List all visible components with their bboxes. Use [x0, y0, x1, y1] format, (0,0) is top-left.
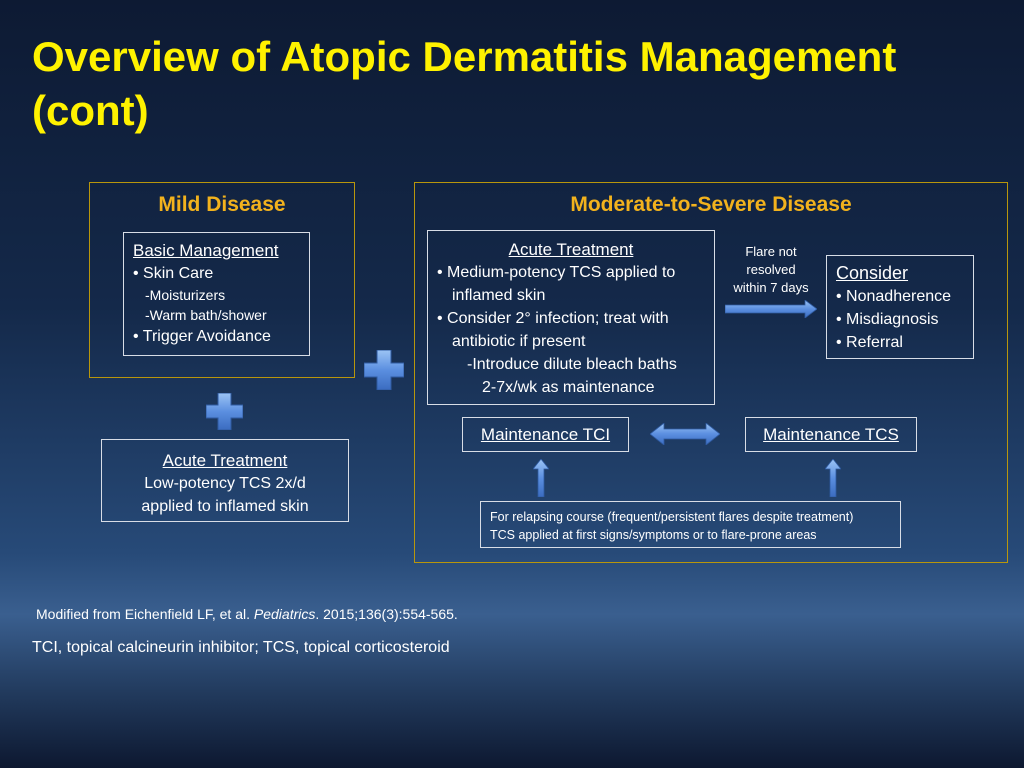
mild-disease-heading: Mild Disease [158, 193, 286, 216]
consider-box: Consider • Nonadherence • Misdiagnosis •… [826, 255, 974, 359]
up-arrow-icon [533, 459, 549, 497]
flare-label-line2: resolved [746, 262, 796, 277]
basic-warm-bath: -Warm bath/shower [145, 307, 267, 323]
mild-acute-title: Acute Treatment [162, 451, 288, 470]
maintenance-tci-box: Maintenance TCI [462, 417, 629, 452]
reference-citation: Modified from Eichenfield LF, et al. Ped… [36, 606, 458, 622]
double-arrow-icon [650, 423, 720, 445]
severe-acute-line6: 2-7x/wk as maintenance [482, 379, 655, 396]
flare-label-line1: Flare not [745, 244, 797, 259]
severe-acute-treatment-box: Acute Treatment • Medium-potency TCS app… [427, 230, 715, 405]
abbreviations-note: TCI, topical calcineurin inhibitor; TCS,… [32, 639, 450, 656]
mild-acute-treatment-box: Acute Treatment Low-potency TCS 2x/d app… [101, 439, 349, 522]
basic-skin-care: • Skin Care [133, 265, 214, 282]
mild-acute-line2: applied to inflamed skin [141, 498, 309, 515]
maintenance-tcs-box: Maintenance TCS [745, 417, 917, 452]
mild-acute-line1: Low-potency TCS 2x/d [144, 475, 306, 492]
right-arrow-icon [725, 300, 817, 318]
consider-nonadherence: • Nonadherence [836, 288, 952, 305]
ref-prefix: Modified from Eichenfield LF, et al. [36, 606, 254, 622]
relapse-line1: For relapsing course (frequent/persisten… [490, 510, 854, 524]
plus-icon [206, 393, 243, 430]
severe-acute-line2: inflamed skin [452, 287, 546, 304]
severe-acute-line5: -Introduce dilute bleach baths [467, 356, 677, 373]
severe-acute-line3: • Consider 2° infection; treat with [437, 310, 669, 327]
consider-misdiagnosis: • Misdiagnosis [836, 311, 939, 328]
ref-journal: Pediatrics [253, 606, 316, 622]
severe-acute-line1: • Medium-potency TCS applied to [437, 264, 676, 281]
basic-management-title: Basic Management [133, 241, 279, 260]
ref-suffix: . 2015;136(3):554-565. [315, 606, 458, 622]
basic-moisturizers: -Moisturizers [145, 287, 226, 303]
basic-management-box: Basic Management • Skin Care -Moisturize… [123, 232, 310, 356]
basic-trigger-avoidance: • Trigger Avoidance [133, 328, 271, 345]
flare-label-line3: within 7 days [733, 280, 809, 295]
relapse-line2: TCS applied at first signs/symptoms or t… [490, 528, 817, 542]
severe-acute-line4: antibiotic if present [452, 333, 586, 350]
severe-acute-title: Acute Treatment [508, 240, 634, 259]
plus-icon [364, 350, 404, 390]
mild-disease-frame: Mild Disease Basic Management • Skin Car… [89, 182, 355, 378]
slide-title: Overview of Atopic Dermatitis Management… [32, 33, 897, 134]
consider-title: Consider [836, 263, 909, 283]
severe-disease-heading: Moderate-to-Severe Disease [570, 193, 852, 216]
relapsing-course-box: For relapsing course (frequent/persisten… [480, 501, 901, 548]
severe-disease-frame: Moderate-to-Severe Disease Acute Treatme… [414, 182, 1008, 563]
flare-label: Flare not resolved within 7 days [725, 243, 817, 297]
up-arrow-icon [825, 459, 841, 497]
consider-referral: • Referral [836, 334, 903, 351]
